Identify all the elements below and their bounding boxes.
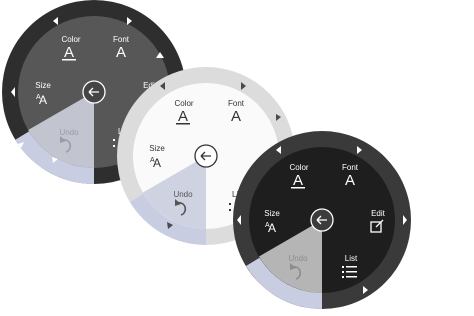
svg-text:A: A (153, 156, 161, 170)
menu-1-color-underline (62, 59, 76, 61)
menu-1-color-icon[interactable]: A (64, 44, 74, 61)
menu-1-undo-label: Undo (59, 128, 79, 137)
menu-3-list-label: List (345, 254, 358, 263)
menu-2-color-icon[interactable]: A (178, 108, 188, 125)
svg-text:A: A (268, 221, 276, 235)
menu-2-color-label: Color (174, 99, 193, 108)
svg-text:A: A (39, 93, 47, 107)
menu-3-edit-label: Edit (371, 209, 386, 218)
menu-2-font-icon[interactable]: A (231, 108, 241, 125)
menu-3-size-label: Size (264, 209, 280, 218)
menu-3-color-underline (291, 187, 305, 189)
menu-3-font-label: Font (342, 163, 359, 172)
radial-menu-3: Color A Font A Size A A Edit Undo List (233, 131, 411, 309)
menu-3-color-label: Color (289, 163, 308, 172)
menu-1-font-label: Font (113, 35, 130, 44)
menu-1-size-label: Size (35, 81, 51, 90)
menu-2-color-underline (176, 123, 190, 125)
menu-2-size-label: Size (149, 144, 165, 153)
menu-2-font-label: Font (228, 99, 245, 108)
menu-3-undo-label: Undo (288, 254, 308, 263)
menu-3-font-icon[interactable]: A (345, 172, 355, 189)
menu-3-color-icon[interactable]: A (293, 172, 303, 189)
menu-2-undo-label: Undo (173, 190, 193, 199)
menu-1-color-label: Color (61, 35, 80, 44)
menu-1-font-icon[interactable]: A (116, 44, 126, 61)
